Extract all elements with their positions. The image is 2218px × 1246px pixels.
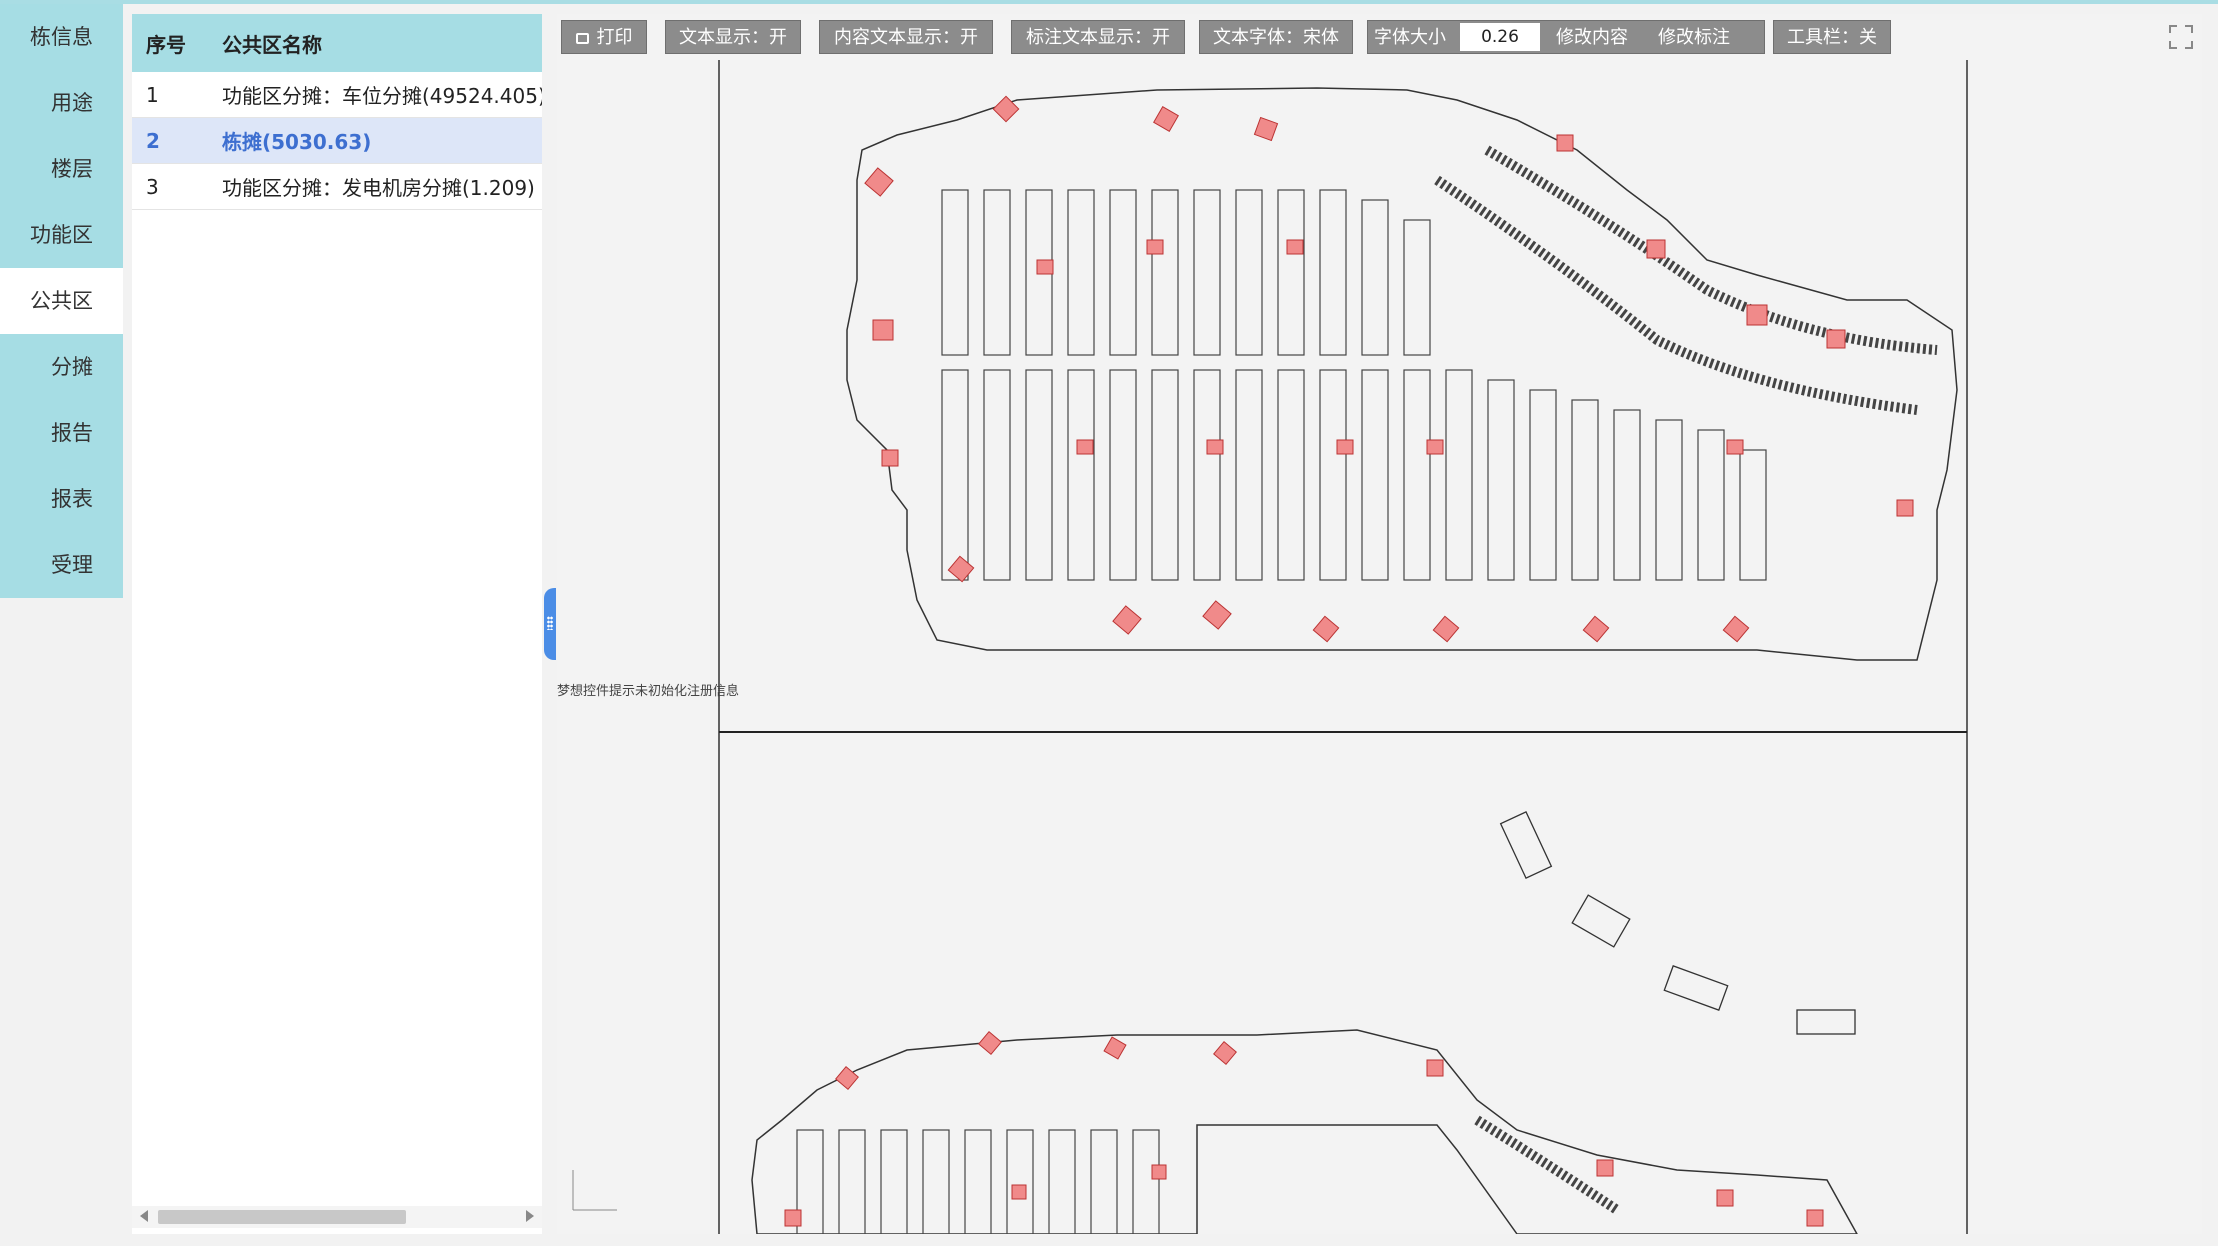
panel-splitter[interactable]	[544, 588, 556, 660]
viewer-toolbar: 打印 文本显示：开 内容文本显示：开 标注文本显示：开 文本字体：宋体 字体大小…	[557, 14, 2202, 60]
content-text-display-toggle[interactable]: 内容文本显示：开	[819, 20, 993, 54]
nav-item-functional-area[interactable]: 功能区	[0, 202, 123, 268]
floor-plan-drawing	[572, 60, 1968, 1234]
top-accent-line	[0, 0, 2218, 4]
public-area-list-panel: 序号 公共区名称 1 功能区分摊：车位分摊(49524.405) 2 栋摊(50…	[132, 14, 542, 1234]
table-row[interactable]: 3 功能区分摊：发电机房分摊(1.209)	[132, 164, 542, 210]
toolbar-toggle[interactable]: 工具栏：关	[1773, 20, 1891, 54]
cad-viewer[interactable]: 打印 文本显示：开 内容文本显示：开 标注文本显示：开 文本字体：宋体 字体大小…	[557, 14, 2202, 1234]
printer-icon	[575, 33, 589, 44]
table-row-selected[interactable]: 2 栋摊(5030.63)	[132, 118, 542, 164]
nav-item-statement[interactable]: 报表	[0, 466, 123, 532]
text-font-button[interactable]: 文本字体：宋体	[1199, 20, 1353, 54]
font-size-group: 字体大小 修改内容 修改标注	[1367, 20, 1765, 54]
row-name: 栋摊(5030.63)	[222, 130, 372, 154]
sidebar-nav: 栋信息 用途 楼层 功能区 公共区 分摊 报告 报表 受理	[0, 4, 123, 598]
drag-handle-icon	[547, 616, 553, 630]
row-index: 1	[146, 82, 159, 107]
horizontal-scrollbar[interactable]	[132, 1206, 542, 1228]
text-display-toggle[interactable]: 文本显示：开	[665, 20, 801, 54]
edit-content-button[interactable]: 修改内容	[1556, 21, 1628, 55]
table-header: 序号 公共区名称	[132, 14, 542, 72]
print-button[interactable]: 打印	[561, 20, 647, 54]
row-name: 功能区分摊：发电机房分摊(1.209)	[222, 176, 535, 200]
edit-label-button[interactable]: 修改标注	[1658, 21, 1730, 55]
nav-item-floor[interactable]: 楼层	[0, 136, 123, 202]
nav-item-public-area[interactable]: 公共区	[0, 268, 123, 334]
cad-drawing-area[interactable]: 梦想控件提示未初始化注册信息	[557, 60, 2202, 1234]
font-size-input[interactable]	[1460, 23, 1540, 51]
fullscreen-icon[interactable]	[2168, 24, 2194, 50]
viewer-hint-text: 梦想控件提示未初始化注册信息	[557, 684, 740, 699]
scroll-left-icon[interactable]	[140, 1210, 148, 1222]
label-text-display-toggle[interactable]: 标注文本显示：开	[1011, 20, 1185, 54]
scroll-right-icon[interactable]	[526, 1210, 534, 1222]
nav-item-apportion[interactable]: 分摊	[0, 334, 123, 400]
row-index: 2	[146, 128, 160, 153]
font-size-label: 字体大小	[1374, 27, 1446, 48]
row-name: 功能区分摊：车位分摊(49524.405)	[222, 84, 542, 108]
scrollbar-thumb[interactable]	[158, 1210, 406, 1224]
nav-item-acceptance[interactable]: 受理	[0, 532, 123, 598]
nav-item-building-info[interactable]: 栋信息	[0, 4, 123, 70]
row-index: 3	[146, 174, 159, 199]
table-row[interactable]: 1 功能区分摊：车位分摊(49524.405)	[132, 72, 542, 118]
header-name: 公共区名称	[222, 32, 322, 57]
nav-item-report[interactable]: 报告	[0, 400, 123, 466]
header-index: 序号	[146, 32, 186, 57]
nav-item-usage[interactable]: 用途	[0, 70, 123, 136]
print-label: 打印	[596, 27, 633, 48]
